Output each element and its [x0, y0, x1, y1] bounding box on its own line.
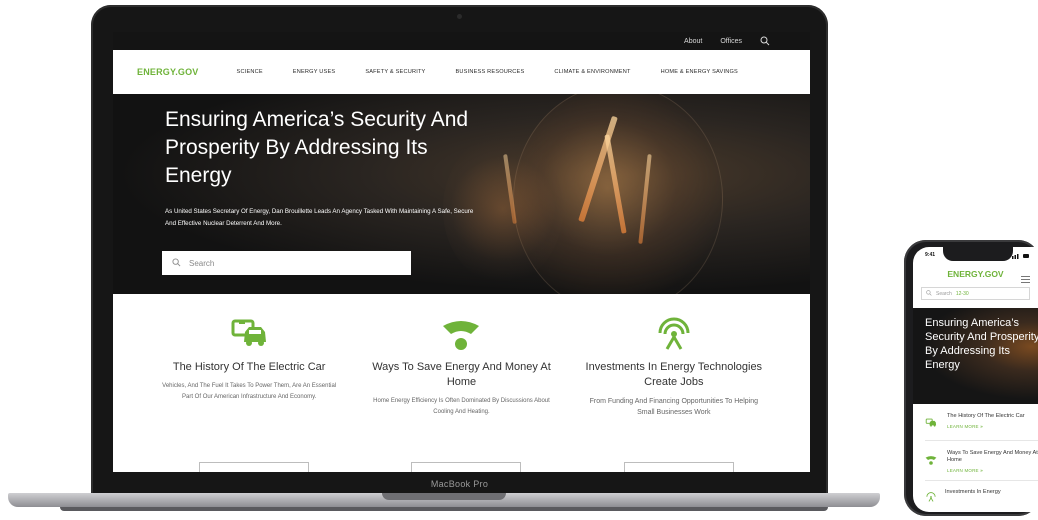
learn-more-link[interactable]: LEARN MORE » [947, 468, 1038, 473]
list-item-title: Ways To Save Energy And Money At Home [947, 450, 1038, 463]
utility-link-about[interactable]: About [684, 38, 702, 45]
laptop-brand-label: MacBook Pro [430, 479, 489, 489]
broadcast-tower-icon [925, 489, 937, 507]
nav-item-safety-security[interactable]: SAFETY & SECURITY [365, 69, 425, 75]
wifi-signal-icon [371, 314, 551, 354]
hamburger-menu-icon[interactable] [1021, 270, 1030, 283]
signal-battery-icon [1012, 247, 1030, 264]
device-mockup-stage: About Offices ENERGY.GOV SCIENCE ENERGY … [0, 0, 1038, 520]
phone-hero-title: Ensuring America’s Security And Prosperi… [925, 317, 1038, 371]
feature-cards: The History Of The Electric Car Vehicles… [113, 294, 810, 472]
feature-title: Investments In Energy Technologies Creat… [585, 361, 763, 388]
electric-car-icon [925, 413, 939, 433]
search-icon [172, 254, 181, 272]
search-icon[interactable] [760, 36, 770, 46]
status-time: 9:41 [925, 252, 936, 258]
list-item[interactable]: The History Of The Electric Car LEARN MO… [925, 404, 1038, 441]
learn-more-button[interactable] [199, 462, 310, 472]
hero-title: Ensuring America’s Security And Prosperi… [165, 108, 469, 187]
hero-search-input[interactable]: Search [162, 251, 411, 275]
broadcast-tower-icon [584, 314, 764, 354]
learn-more-button[interactable] [411, 462, 522, 472]
site-logo[interactable]: ENERGY.GOV [947, 269, 1003, 279]
feature-title: Ways To Save Energy And Money At Home [372, 361, 551, 388]
feature-card-investments: Investments In Energy Technologies Creat… [584, 314, 764, 472]
list-item-title: The History Of The Electric Car [947, 413, 1025, 419]
laptop-camera [457, 14, 462, 19]
nav-item-climate-environment[interactable]: CLIMATE & ENVIRONMENT [554, 69, 630, 75]
main-navigation: ENERGY.GOV SCIENCE ENERGY USES SAFETY & … [113, 50, 810, 94]
phone-feature-list: The History Of The Electric Car LEARN MO… [913, 404, 1038, 507]
laptop-foot [60, 507, 828, 511]
nav-item-science[interactable]: SCIENCE [237, 69, 263, 75]
nav-item-energy-uses[interactable]: ENERGY USES [293, 69, 336, 75]
feature-card-electric-car: The History Of The Electric Car Vehicles… [159, 314, 339, 472]
feature-text: From Funding And Financing Opportunities… [589, 398, 758, 416]
list-item[interactable]: Ways To Save Energy And Money At Home LE… [925, 441, 1038, 481]
utility-bar: About Offices [113, 32, 810, 50]
feature-text: Home Energy Efficiency Is Often Dominate… [373, 398, 550, 415]
nav-item-home-energy-savings[interactable]: HOME & ENERGY SAVINGS [661, 69, 738, 75]
learn-more-link[interactable]: LEARN MORE » [947, 424, 1025, 429]
phone-hero-banner: Ensuring America’s Security And Prosperi… [913, 308, 1038, 404]
phone-screen: 9:41 ENERGY.GOV Search 12-30 Ensuring Am… [913, 247, 1038, 512]
site-logo[interactable]: ENERGY.GOV [137, 67, 199, 77]
phone-header: ENERGY.GOV [913, 263, 1038, 285]
hero-banner: Ensuring America’s Security And Prosperi… [113, 94, 810, 294]
nav-item-business-resources[interactable]: BUSINESS RESOURCES [456, 69, 525, 75]
feature-card-save-energy: Ways To Save Energy And Money At Home Ho… [371, 314, 551, 472]
search-placeholder: Search [189, 258, 215, 268]
list-item[interactable]: Investments In Energy [925, 481, 1038, 507]
list-item-title: Investments In Energy [945, 489, 1001, 495]
search-placeholder: Search [936, 290, 952, 297]
utility-link-offices[interactable]: Offices [720, 38, 742, 45]
feature-title: The History Of The Electric Car [172, 361, 326, 373]
laptop-hinge-notch [382, 493, 506, 500]
electric-car-icon [159, 314, 339, 354]
search-icon [926, 289, 932, 298]
learn-more-button[interactable] [623, 462, 734, 472]
feature-text: Vehicles, And The Fuel It Takes To Power… [162, 383, 337, 400]
phone-notch [943, 247, 1013, 261]
hero-subtitle: As United States Secretary Of Energy, Da… [165, 208, 474, 227]
search-hint: 12-30 [955, 290, 969, 297]
wifi-signal-icon [925, 450, 939, 473]
laptop-screen: About Offices ENERGY.GOV SCIENCE ENERGY … [113, 32, 810, 472]
phone-search-input[interactable]: Search 12-30 [921, 287, 1030, 300]
